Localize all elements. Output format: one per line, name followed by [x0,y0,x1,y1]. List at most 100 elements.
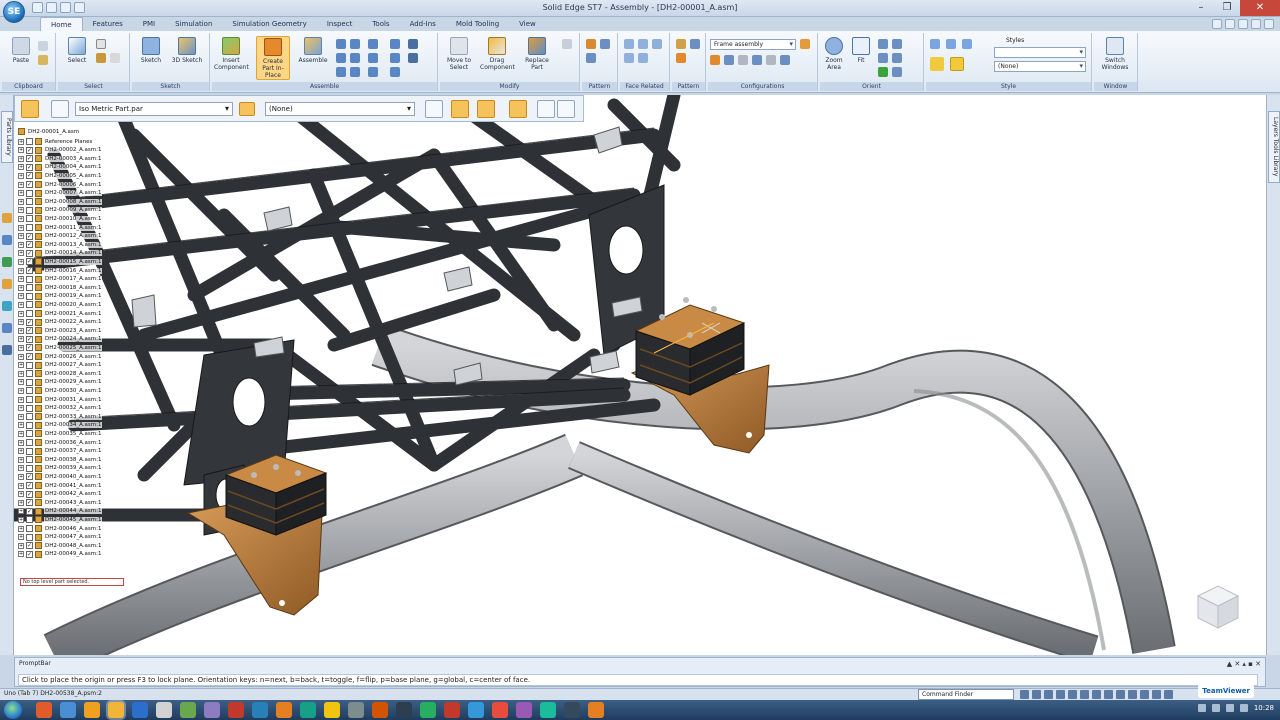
folder-icon[interactable] [239,102,255,116]
visibility-checkbox[interactable]: ✓ [26,232,33,240]
teamviewer-badge[interactable]: TeamViewer [1198,684,1254,698]
layers-icon[interactable] [2,235,12,245]
wireframe-icon[interactable] [962,39,972,49]
doc-close-icon[interactable] [1264,19,1274,29]
duplicate-icon[interactable] [586,53,596,63]
filter-icon[interactable] [425,100,443,118]
visibility-checkbox[interactable]: ✓ [26,241,33,249]
tangent-icon[interactable] [368,39,378,49]
tab-features[interactable]: Features [83,17,133,32]
expand-icon[interactable]: + [18,344,24,351]
visibility-checkbox[interactable]: ✓ [26,473,33,481]
app-icon-11[interactable] [276,702,292,718]
assembly-model[interactable] [14,95,1266,655]
cut-icon[interactable] [38,41,48,51]
doc-restore-icon[interactable] [1251,19,1261,29]
app-icon-13[interactable] [324,702,340,718]
tab-view[interactable]: View [509,17,546,32]
family-icon[interactable] [2,257,12,267]
pan-icon[interactable] [892,39,902,49]
move-to-select-button[interactable]: Move to Select [442,36,476,80]
expand-icon[interactable]: + [18,147,24,154]
config-icon-6[interactable] [780,55,790,65]
visibility-checkbox[interactable]: ✓ [26,318,33,326]
visibility-checkbox[interactable] [26,447,33,455]
zoom-area-status-icon[interactable] [1020,690,1029,699]
visibility-checkbox[interactable] [26,301,33,309]
visibility-checkbox[interactable]: ✓ [26,482,33,489]
expand-icon[interactable]: + [18,499,24,506]
app-icon-23[interactable] [564,702,580,718]
expand-icon[interactable]: + [18,387,24,394]
fit-status-icon[interactable] [1044,690,1053,699]
tree-item[interactable]: + ✓ DH2-00049_A.asm:1 [18,550,103,559]
ribbon-minimize-icon[interactable] [1212,19,1222,29]
sketch-button[interactable]: Sketch [134,36,168,80]
config-icon-3[interactable] [738,55,748,65]
rotate-status-icon[interactable] [1068,690,1077,699]
expand-icon[interactable]: + [18,301,24,308]
planar-align-icon[interactable] [350,39,360,49]
assemble-button[interactable]: Assemble [296,36,330,80]
expand-icon[interactable]: + [18,336,24,343]
visibility-checkbox[interactable] [26,516,33,524]
app-icon-10[interactable] [252,702,268,718]
zoom-area-button[interactable]: Zoom Area [820,36,848,80]
tab-tools[interactable]: Tools [362,17,399,32]
config-icon-7[interactable] [800,39,810,49]
tab-simulation-geometry[interactable]: Simulation Geometry [222,17,316,32]
shade-status-icon[interactable] [1104,690,1113,699]
display-status-icon[interactable] [1152,690,1161,699]
tray-icon-1[interactable] [1197,704,1206,712]
expand-icon[interactable]: + [18,456,24,463]
relationship-assistant-icon[interactable] [408,39,418,49]
select-tools-icon[interactable] [96,39,106,49]
transfer-icon[interactable] [562,39,572,49]
zones-icon[interactable] [2,345,12,355]
expand-icon[interactable]: + [18,241,24,248]
mirror-icon[interactable] [600,39,610,49]
relations-icon[interactable] [509,100,527,118]
visibility-checkbox[interactable]: ✓ [26,155,33,163]
visibility-checkbox[interactable]: ✓ [26,507,33,515]
app-icon-9[interactable] [228,702,244,718]
view-cube[interactable] [1194,582,1240,632]
offset-face-icon[interactable] [652,39,662,49]
mate-icon[interactable] [336,39,346,49]
cam-icon[interactable] [368,53,378,63]
tab-pmi[interactable]: PMI [133,17,165,32]
visibility-checkbox[interactable] [26,310,33,317]
query-icon[interactable] [96,53,106,63]
app-icon-2[interactable] [60,702,76,718]
create-part-in-place-button[interactable]: Create Part In-Place [256,36,290,80]
zoom-icon[interactable] [878,39,888,49]
command-finder-input[interactable]: Command Finder [918,689,1014,700]
visibility-checkbox[interactable] [26,189,33,197]
visibility-checkbox[interactable] [26,439,33,446]
connect-icon[interactable] [336,67,346,77]
visibility-checkbox[interactable]: ✓ [26,490,33,498]
app-icon-12[interactable] [300,702,316,718]
expand-icon[interactable]: + [18,542,24,549]
sketch-view-icon[interactable] [892,53,902,63]
ground-icon[interactable] [390,53,400,63]
style-combo-1[interactable] [994,47,1086,58]
app-icon-22[interactable] [540,702,556,718]
expand-icon[interactable]: + [18,233,24,240]
section-status-icon[interactable] [1128,690,1137,699]
spin-status-icon[interactable] [1080,690,1089,699]
part-template-combo[interactable]: Iso Metric Part.par [75,102,233,116]
visibility-checkbox[interactable]: ✓ [26,327,33,335]
pathfinder-icon[interactable] [2,213,12,223]
sketch-plane-icon[interactable] [477,100,495,118]
cancel-icon[interactable] [557,100,575,118]
right-tools-tab[interactable]: Layers Tools Library [1268,111,1280,183]
part-painter-icon[interactable] [950,57,964,71]
expand-icon[interactable]: + [18,508,24,515]
visibility-checkbox[interactable] [26,361,33,369]
restore-button[interactable]: ❐ [1214,0,1240,16]
switch-windows-button[interactable]: Switch Windows [1098,36,1132,80]
features-icon[interactable] [2,279,12,289]
resize-hole-icon[interactable] [638,53,648,63]
expand-icon[interactable]: + [18,215,24,222]
